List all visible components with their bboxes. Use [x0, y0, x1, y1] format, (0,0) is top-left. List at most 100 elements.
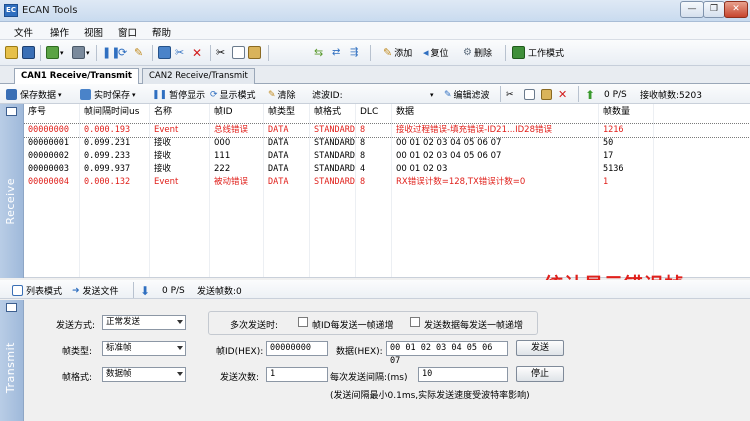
clear-button[interactable]: ✎ 清除 — [268, 86, 296, 103]
maximize-button[interactable]: ❐ — [703, 1, 725, 18]
minimize-button[interactable]: — — [680, 1, 704, 18]
delete-icon[interactable]: ✕ — [558, 86, 567, 103]
transfer-icon[interactable]: ⇆ — [314, 44, 323, 61]
receive-grid: 序号 帧间隔时间us 名称 帧ID 帧类型 帧格式 DLC 数据 帧数量 000… — [24, 104, 750, 278]
link-icon[interactable]: ⇄ — [332, 44, 340, 61]
table-row[interactable]: 00000002 0.099.233 接收 111 DATA STANDARD 8 00 01… — [24, 150, 750, 163]
filter-dropdown-arrow[interactable]: ▾ — [430, 86, 434, 103]
menu-operate[interactable]: 操作 — [50, 25, 69, 39]
paste-icon[interactable] — [541, 86, 552, 103]
table-row[interactable]: 00000001 0.099.231 接收 000 DATA STANDARD 8 00 01… — [24, 137, 750, 150]
gear-icon: ⚙ — [463, 47, 472, 58]
filter-id-label: 滤波ID: — [312, 91, 343, 101]
paste-icon[interactable] — [248, 44, 261, 61]
stop-button[interactable]: 停止 — [516, 366, 564, 382]
menu-help[interactable]: 帮助 — [152, 25, 171, 39]
menu-file[interactable]: 文件 — [14, 25, 33, 39]
col-header-dlc[interactable]: DLC — [356, 104, 392, 121]
cell-count: 5136 — [603, 164, 624, 174]
work-mode-button[interactable]: 工作模式 — [512, 44, 564, 61]
cell-name: 接收 — [154, 151, 172, 161]
multi-send-label: 多次发送时: — [230, 321, 279, 331]
table-row[interactable]: 00000003 0.099.937 接收 222 DATA STANDARD 4 00 01… — [24, 163, 750, 176]
connect-icon[interactable]: ⇶ — [350, 44, 358, 61]
realtime-save-button[interactable]: 实时保存 ▾ — [80, 86, 136, 103]
cell-data: 00 01 02 03 04 05 06 07 — [396, 138, 502, 148]
list-mode-button[interactable]: 列表模式 — [12, 282, 62, 299]
col-header-frame-type[interactable]: 帧类型 — [264, 104, 310, 121]
edit-filter-button[interactable]: ✎ 编辑滤波 — [444, 86, 490, 103]
display-mode-button[interactable]: ⟳ 显示模式 — [210, 86, 256, 103]
data-increment-checkbox[interactable] — [410, 317, 420, 327]
data-input[interactable]: 00 01 02 03 04 05 06 07 — [386, 341, 508, 366]
panel-pin-icon[interactable] — [6, 303, 17, 312]
sent-frame-count: 发送帧数:0 — [197, 287, 242, 297]
cell-dlc: 8 — [360, 138, 366, 148]
frame-id-label: 帧ID(HEX): — [216, 347, 264, 357]
send-button[interactable]: 发送 — [516, 340, 564, 356]
transmit-label: Transmit — [4, 342, 17, 394]
cell-name: Event — [154, 177, 179, 187]
delete-icon[interactable]: ✕ — [192, 44, 202, 61]
receive-toolbar: 保存数据 ▾ 实时保存 ▾ ❚❚ 暂停显示 ⟳ 显示模式 ✎ 清除 滤波ID: ▾ ✎ 编辑… — [0, 84, 750, 104]
clear-broom-icon[interactable]: ✎ — [134, 44, 143, 61]
cut-icon[interactable]: ✂ — [506, 86, 514, 103]
send-interval-input[interactable]: 10 — [418, 367, 508, 382]
send-count-input[interactable]: 1 — [266, 367, 328, 382]
delete-button[interactable]: ⚙ 删除 — [463, 44, 492, 61]
col-header-interval[interactable]: 帧间隔时间us — [80, 104, 150, 121]
col-header-name[interactable]: 名称 — [150, 104, 210, 121]
device-open-icon[interactable]: ▾ — [46, 44, 64, 61]
col-header-frame-id[interactable]: 帧ID — [210, 104, 264, 121]
save-icon[interactable] — [22, 44, 35, 61]
menu-window[interactable]: 窗口 — [118, 25, 137, 39]
channel-tabs: CAN1 Receive/Transmit CAN2 Receive/Trans… — [0, 66, 750, 85]
copy-icon[interactable] — [232, 44, 245, 61]
table-row[interactable]: 00000000 0.000.193 Event 总线错误 DATA STANDARD 8 接… — [24, 123, 750, 138]
realtime-save-icon — [80, 89, 91, 100]
refresh-icon[interactable]: ⟳ — [118, 44, 127, 61]
cut-icon[interactable]: ✂ — [216, 44, 225, 61]
tab-can2[interactable]: CAN2 Receive/Transmit — [142, 68, 255, 84]
copy-icon[interactable] — [524, 86, 535, 103]
scroll-up-icon[interactable]: ⬆ — [585, 86, 595, 103]
tools-icon[interactable]: ✂ — [175, 44, 184, 61]
close-button[interactable]: ✕ — [724, 1, 748, 18]
menu-view[interactable]: 视图 — [84, 25, 103, 39]
panel-pin-icon[interactable] — [6, 107, 17, 116]
device-close-icon[interactable]: ▾ — [72, 44, 90, 61]
col-header-data[interactable]: 数据 — [392, 104, 599, 121]
cell-name: 接收 — [154, 164, 172, 174]
frame-format-label: 帧格式: — [62, 373, 93, 383]
tab-can1[interactable]: CAN1 Receive/Transmit — [14, 68, 139, 85]
transmit-toolbar: 列表模式 ➜ 发送文件 ⬇ 0 P/S 发送帧数:0 — [0, 280, 750, 299]
menu-bar: 文件 操作 视图 窗口 帮助 — [0, 22, 750, 40]
frame-id-input[interactable]: 00000000 — [266, 341, 328, 356]
send-file-button[interactable]: ➜ 发送文件 — [72, 282, 119, 299]
cell-count: 1216 — [603, 125, 624, 135]
col-header-count[interactable]: 帧数量 — [599, 104, 654, 121]
frame-type-select[interactable]: 标准帧 — [102, 341, 186, 356]
frame-format-select[interactable]: 数据帧 — [102, 367, 186, 382]
pause-display-button[interactable]: ❚❚ 暂停显示 — [152, 86, 205, 103]
id-increment-label: 帧ID每发送一帧递增 — [312, 321, 394, 331]
send-mode-select[interactable]: 正常发送 — [102, 315, 186, 330]
reset-icon: ◂ — [423, 46, 429, 59]
id-increment-checkbox[interactable] — [298, 317, 308, 327]
scroll-down-icon[interactable]: ⬇ — [140, 282, 150, 299]
cell-interval: 0.099.231 — [84, 138, 131, 148]
receive-frame-count: 接收帧数:5203 — [640, 91, 702, 101]
table-row[interactable]: 00000004 0.000.132 Event 被动错误 DATA STANDARD 8 R… — [24, 176, 750, 189]
col-header-seq[interactable]: 序号 — [24, 104, 80, 121]
add-button[interactable]: ✎ 添加 — [383, 44, 412, 61]
config-icon[interactable] — [158, 44, 171, 61]
reset-button[interactable]: ◂ 复位 — [423, 44, 449, 61]
col-header-frame-format[interactable]: 帧格式 — [310, 104, 356, 121]
cell-seq: 00000003 — [28, 164, 69, 174]
send-count-label: 发送次数: — [220, 373, 260, 383]
save-data-button[interactable]: 保存数据 ▾ — [6, 86, 62, 103]
cell-frame-id: 000 — [214, 138, 231, 148]
open-icon[interactable] — [5, 44, 18, 61]
chevron-down-icon — [177, 346, 183, 350]
transmit-panel: 发送方式: 正常发送 多次发送时: 帧ID每发送一帧递增 发送数据每发送一帧递增… — [24, 300, 750, 421]
